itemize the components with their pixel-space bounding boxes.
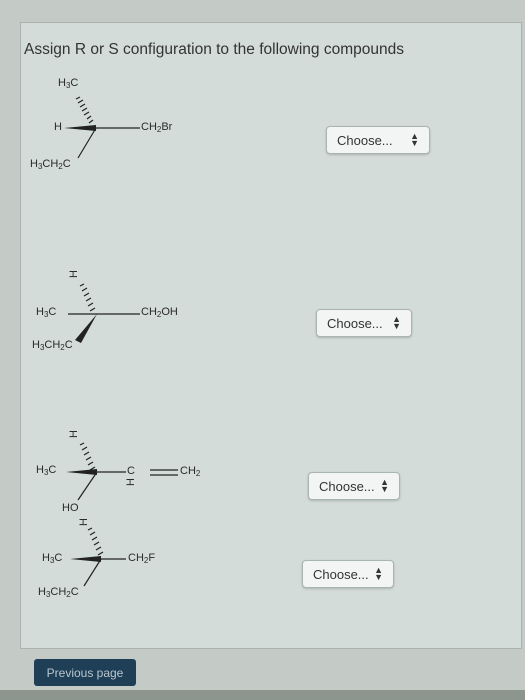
c4-top-group: H [77,518,90,526]
c3-right-end: CH2 [180,465,201,478]
c4-bottom-group: H3CH2C [38,586,79,599]
c3-left-group: H3C [36,464,57,477]
compound-2-select[interactable]: Choose... ▲ ▼ [316,309,412,337]
c1-top-group: H3C [58,77,79,90]
previous-page-button[interactable]: Previous page [34,659,136,686]
c2-bottom-group: H3CH2C [32,339,73,352]
c3-right-h: H [124,478,137,486]
compound-2-select-value: Choose... [327,315,383,331]
question-title: Assign R or S configuration to the follo… [24,41,404,58]
compound-1-select[interactable]: Choose... ▲ ▼ [326,126,430,154]
c1-right-group: CH2Br [141,121,173,134]
compound-4-select[interactable]: Choose... ▲ ▼ [302,560,394,588]
c3-top-group: H [67,430,80,438]
c2-right-group: CH2OH [141,306,178,319]
up-down-arrows-icon: ▲ ▼ [392,314,401,331]
up-down-arrows-icon: ▲ ▼ [410,131,419,148]
compound-4-select-value: Choose... [313,566,369,582]
compound-1-select-value: Choose... [337,132,393,148]
up-down-arrows-icon: ▲ ▼ [380,477,389,494]
c1-left-group: H [54,121,62,133]
c4-left-group: H3C [42,552,63,565]
c3-right-carbon: C [127,465,135,477]
screen-bottom-edge [0,690,525,700]
compound-3-select[interactable]: Choose... ▲ ▼ [308,472,400,500]
question-panel [20,22,522,649]
compound-3-select-value: Choose... [319,478,375,494]
c2-left-group: H3C [36,306,57,319]
c1-bottom-group: H3CH2C [30,158,71,171]
c3-bottom-group: HO [62,502,79,514]
up-down-arrows-icon: ▲ ▼ [374,565,383,582]
c4-right-group: CH2F [128,552,156,565]
c2-top-group: H [67,270,80,278]
